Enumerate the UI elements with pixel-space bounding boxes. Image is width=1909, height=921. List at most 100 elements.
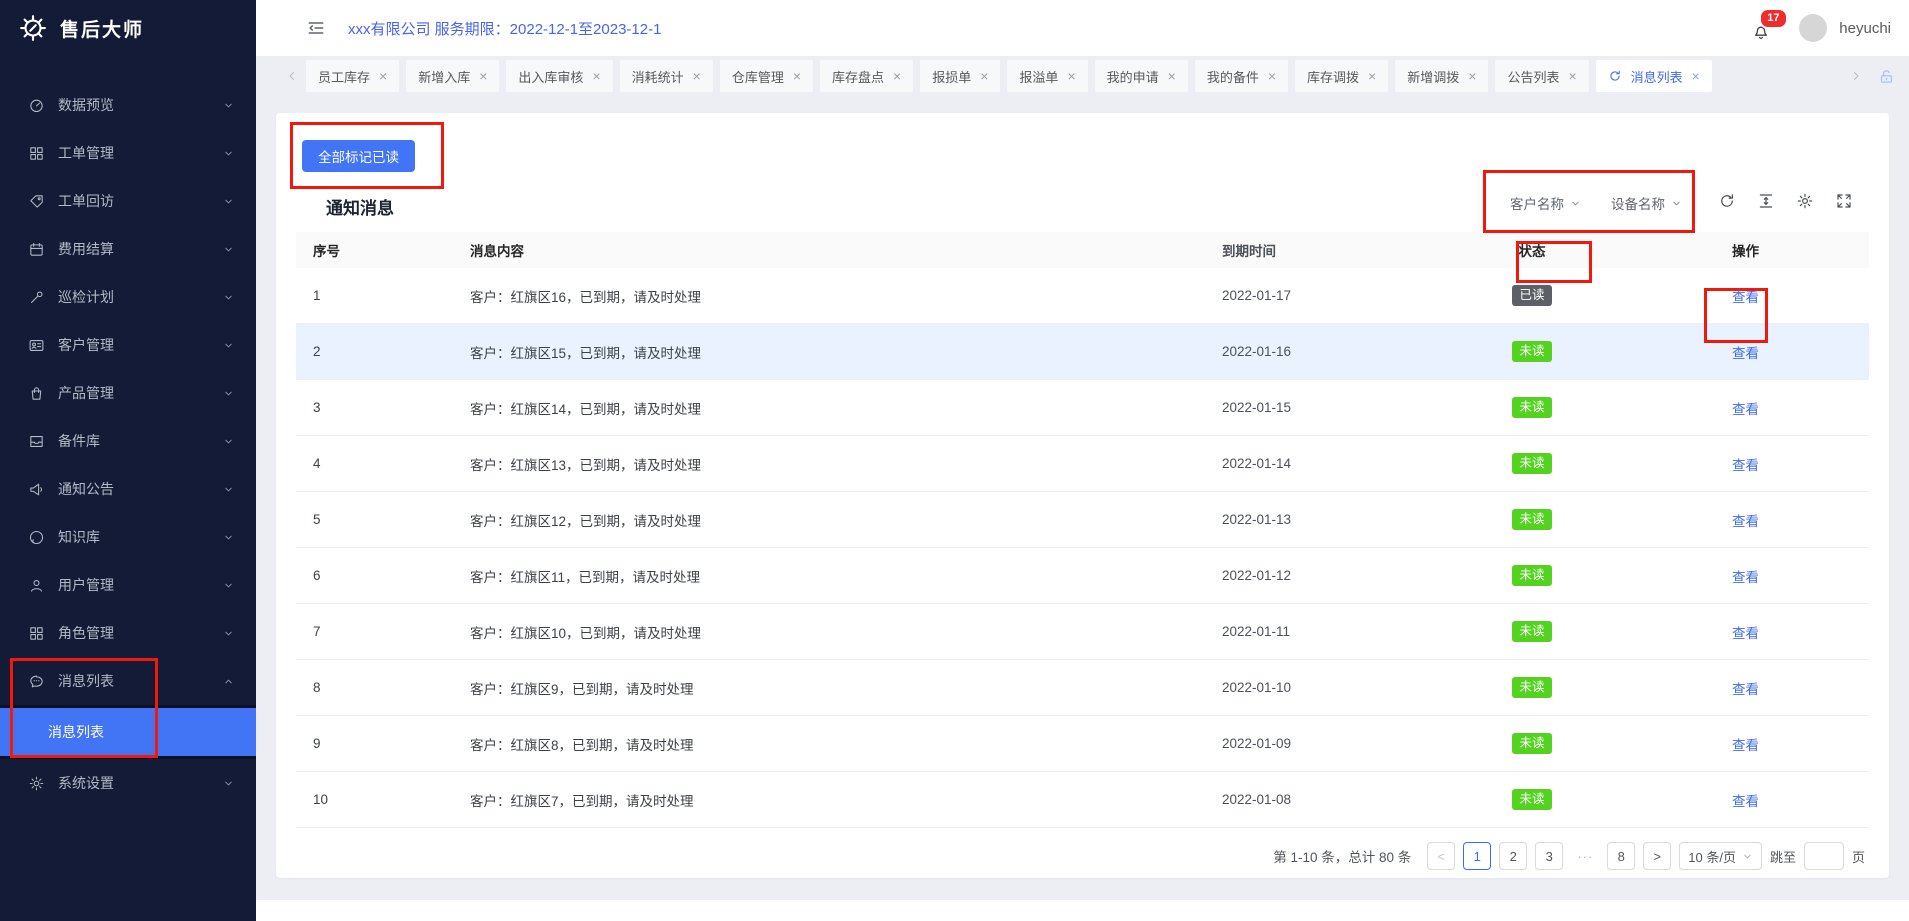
tab-label: 仓库管理 xyxy=(732,67,784,86)
status-badge: 未读 xyxy=(1512,677,1551,699)
view-link[interactable]: 查看 xyxy=(1732,570,1759,585)
sidebar-item-角色管理[interactable]: 角色管理 xyxy=(0,609,256,657)
row-status-cell: 未读 xyxy=(1442,509,1622,531)
app-title: 售后大师 xyxy=(60,15,144,42)
status-badge: 已读 xyxy=(1512,285,1551,307)
tab-close-icon[interactable]: × xyxy=(1568,69,1576,83)
customer-name-filter[interactable]: 客户名称 xyxy=(1510,193,1581,213)
sidebar-item-工单回访[interactable]: 工单回访 xyxy=(0,177,256,225)
tab-label: 新增入库 xyxy=(418,67,470,86)
sidebar-item-label: 通知公告 xyxy=(58,479,210,499)
pagination-ellipsis: ··· xyxy=(1571,842,1599,870)
row-status-cell: 未读 xyxy=(1442,621,1622,643)
sidebar-item-备件库[interactable]: 备件库 xyxy=(0,417,256,465)
pagination-page-8[interactable]: 8 xyxy=(1607,842,1635,870)
pagination-page-2[interactable]: 2 xyxy=(1499,842,1527,870)
grid-icon xyxy=(28,625,45,642)
bottom-strip xyxy=(256,900,1909,921)
row-status-cell: 未读 xyxy=(1442,453,1622,475)
row-no: 5 xyxy=(296,512,470,527)
tab-close-icon[interactable]: × xyxy=(893,69,901,83)
status-badge: 未读 xyxy=(1512,621,1551,643)
tab-我的备件[interactable]: 我的备件× xyxy=(1195,60,1288,92)
sidebar-item-客户管理[interactable]: 客户管理 xyxy=(0,321,256,369)
pagination-next-button[interactable]: > xyxy=(1643,842,1671,870)
view-link[interactable]: 查看 xyxy=(1732,682,1759,697)
sidebar: 售后大师 数据预览工单管理工单回访费用结算巡检计划客户管理产品管理备件库通知公告… xyxy=(0,0,256,921)
view-link[interactable]: 查看 xyxy=(1732,626,1759,641)
fullscreen-icon[interactable] xyxy=(1835,192,1853,210)
mark-all-read-button[interactable]: 全部标记已读 xyxy=(302,140,415,172)
tab-close-icon[interactable]: × xyxy=(479,69,487,83)
notification-bell[interactable]: 17 xyxy=(1751,16,1773,40)
chevron-down-icon xyxy=(223,148,234,159)
view-link[interactable]: 查看 xyxy=(1732,402,1759,417)
row-action-cell: 查看 xyxy=(1622,398,1869,418)
settings-gear-icon[interactable] xyxy=(1796,192,1814,210)
chevron-down-icon xyxy=(1742,851,1753,862)
sidebar-subitem-消息列表[interactable]: 消息列表 xyxy=(0,705,256,759)
username[interactable]: heyuchi xyxy=(1839,20,1891,37)
tab-close-icon[interactable]: × xyxy=(379,69,387,83)
tab-close-icon[interactable]: × xyxy=(1468,69,1476,83)
refresh-icon[interactable] xyxy=(1718,192,1736,210)
pagination-page-3[interactable]: 3 xyxy=(1535,842,1563,870)
sidebar-item-系统设置[interactable]: 系统设置 xyxy=(0,759,256,807)
tab-消耗统计[interactable]: 消耗统计× xyxy=(620,60,713,92)
sidebar-item-数据预览[interactable]: 数据预览 xyxy=(0,81,256,129)
app-window: 售后大师 数据预览工单管理工单回访费用结算巡检计划客户管理产品管理备件库通知公告… xyxy=(0,0,1909,921)
sidebar-item-费用结算[interactable]: 费用结算 xyxy=(0,225,256,273)
tab-新增调拨[interactable]: 新增调拨× xyxy=(1395,60,1488,92)
tab-label: 员工库存 xyxy=(318,67,370,86)
status-badge: 未读 xyxy=(1512,789,1551,811)
calendar-icon xyxy=(28,241,45,258)
chevron-down-icon xyxy=(223,292,234,303)
tab-close-icon[interactable]: × xyxy=(693,69,701,83)
user-avatar[interactable] xyxy=(1799,14,1827,42)
tab-close-icon[interactable]: × xyxy=(1067,69,1075,83)
sidebar-item-知识库[interactable]: 知识库 xyxy=(0,513,256,561)
tabs-scroll-right-icon[interactable] xyxy=(1850,70,1862,82)
sidebar-item-用户管理[interactable]: 用户管理 xyxy=(0,561,256,609)
tab-报损单[interactable]: 报损单× xyxy=(920,60,1000,92)
sidebar-item-消息列表[interactable]: 消息列表 xyxy=(0,657,256,705)
sidebar-item-巡检计划[interactable]: 巡检计划 xyxy=(0,273,256,321)
tab-close-icon[interactable]: × xyxy=(1268,69,1276,83)
tab-库存盘点[interactable]: 库存盘点× xyxy=(820,60,913,92)
tab-报溢单[interactable]: 报溢单× xyxy=(1007,60,1087,92)
sidebar-item-通知公告[interactable]: 通知公告 xyxy=(0,465,256,513)
view-link[interactable]: 查看 xyxy=(1732,458,1759,473)
tab-仓库管理[interactable]: 仓库管理 × xyxy=(720,60,813,92)
sidebar-item-label: 系统设置 xyxy=(58,773,210,793)
device-name-filter[interactable]: 设备名称 xyxy=(1611,193,1682,213)
tab-close-icon[interactable]: × xyxy=(592,69,600,83)
view-link[interactable]: 查看 xyxy=(1732,738,1759,753)
sidebar-item-产品管理[interactable]: 产品管理 xyxy=(0,369,256,417)
density-icon[interactable] xyxy=(1757,192,1775,210)
view-link[interactable]: 查看 xyxy=(1732,794,1759,809)
tab-close-icon[interactable]: × xyxy=(1168,69,1176,83)
view-link[interactable]: 查看 xyxy=(1732,346,1759,361)
tab-消息列表[interactable]: 消息列表× xyxy=(1596,60,1712,92)
row-date: 2022-01-10 xyxy=(1222,680,1442,695)
tab-员工库存[interactable]: 员工库存 × xyxy=(306,60,399,92)
pagination-page-1[interactable]: 1 xyxy=(1463,842,1491,870)
tab-close-icon[interactable]: × xyxy=(1692,69,1700,83)
sidebar-item-工单管理[interactable]: 工单管理 xyxy=(0,129,256,177)
view-link[interactable]: 查看 xyxy=(1732,290,1759,305)
tab-公告列表[interactable]: 公告列表× xyxy=(1495,60,1588,92)
unlock-icon[interactable] xyxy=(1878,68,1895,85)
view-link[interactable]: 查看 xyxy=(1732,514,1759,529)
tab-我的申请[interactable]: 我的申请× xyxy=(1095,60,1188,92)
tab-出入库审核[interactable]: 出入库审核× xyxy=(506,60,612,92)
tab-close-icon[interactable]: × xyxy=(1368,69,1376,83)
tab-close-icon[interactable]: × xyxy=(980,69,988,83)
table-toolbar xyxy=(1718,192,1853,210)
jump-page-input[interactable] xyxy=(1804,842,1844,870)
tab-close-icon[interactable]: × xyxy=(793,69,801,83)
tab-新增入库[interactable]: 新增入库 × xyxy=(406,60,499,92)
tab-库存调拨[interactable]: 库存调拨× xyxy=(1295,60,1388,92)
page-size-select[interactable]: 10 条/页 xyxy=(1679,842,1762,870)
menu-fold-icon[interactable] xyxy=(306,18,326,38)
tabs-scroll-left-icon[interactable] xyxy=(286,70,298,82)
